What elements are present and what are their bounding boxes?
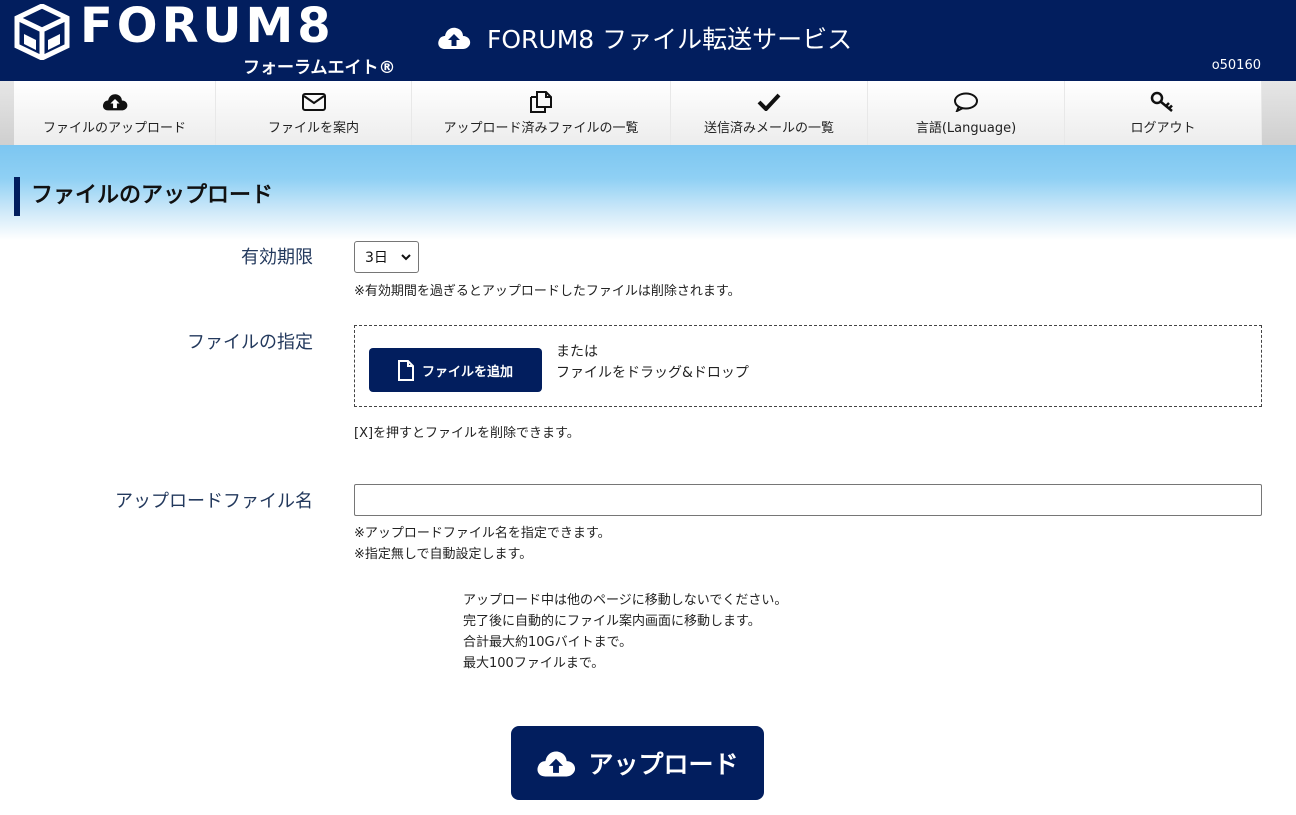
upload-button-label: アップロード — [588, 750, 739, 779]
nav-label-uploaded-list: アップロード済みファイルの一覧 — [443, 120, 639, 136]
logo-subtitle: フォーラムエイト® — [243, 58, 396, 78]
expiry-selected-value: 3日 — [365, 250, 388, 266]
file-icon — [397, 359, 414, 381]
upload-name-notes: ※アップロードファイル名を指定できます。 ※指定無しで自動設定します。 — [354, 523, 611, 565]
upload-info-line-3: 合計最大約10Gバイトまで。 — [463, 635, 633, 650]
nav-padding-left — [0, 81, 14, 145]
service-title: FORUM8 ファイル転送サービス — [487, 25, 853, 54]
forum8-logo[interactable]: FORUM8 フォーラムエイト® — [14, 0, 416, 78]
copy-files-icon — [529, 90, 553, 113]
chevron-down-icon — [401, 254, 411, 261]
file-label: ファイルの指定 — [187, 332, 313, 353]
key-icon — [1150, 91, 1176, 113]
logo-wordmark: FORUM8 — [80, 0, 335, 54]
cloud-upload-icon — [438, 27, 471, 49]
upload-name-note-1: ※アップロードファイル名を指定できます。 — [354, 526, 611, 541]
nav-label-upload: ファイルのアップロード — [42, 120, 186, 136]
nav-padding-right — [1262, 81, 1296, 145]
add-file-label: ファイルを追加 — [421, 364, 513, 380]
expiry-select[interactable]: 3日 — [354, 241, 419, 273]
service-title-group: FORUM8 ファイル転送サービス — [437, 20, 852, 56]
cloud-upload-icon — [102, 91, 128, 113]
expiry-note: ※有効期間を過ぎるとアップロードしたファイルは削除されます。 — [354, 284, 741, 299]
user-id: o50160 — [1211, 58, 1261, 73]
upload-info-line-4: 最大100ファイルまで。 — [463, 656, 605, 671]
upload-info-line-1: アップロード中は他のページに移動しないでください。 — [463, 593, 788, 608]
expiry-label: 有効期限 — [241, 247, 313, 268]
file-note: [X]を押すとファイルを削除できます。 — [354, 426, 580, 441]
logo-cube-icon — [14, 4, 70, 60]
or-text: または — [556, 344, 598, 360]
app-header: FORUM8 フォーラムエイト® FORUM8 ファイル転送サービス o5016… — [0, 0, 1296, 81]
nav-label-language: 言語(Language) — [915, 120, 1017, 136]
nav-item-notify[interactable]: ファイルを案内 — [216, 81, 412, 145]
cloud-upload-icon — [537, 751, 576, 776]
upload-info-line-2: 完了後に自動的にファイル案内画面に移動します。 — [463, 614, 761, 629]
nav-item-logout[interactable]: ログアウト — [1065, 81, 1262, 145]
dropzone-text: または ファイルをドラッグ&ドロップ — [556, 342, 749, 384]
upload-name-label: アップロードファイル名 — [115, 491, 313, 512]
page-title: ファイルのアップロード — [14, 177, 273, 216]
nav-item-sent-mail[interactable]: 送信済みメールの一覧 — [671, 81, 868, 145]
file-dropzone[interactable]: ファイルを追加 または ファイルをドラッグ&ドロップ — [354, 325, 1262, 407]
envelope-icon — [301, 91, 326, 113]
upload-name-note-2: ※指定無しで自動設定します。 — [354, 547, 533, 562]
check-icon — [757, 91, 781, 113]
drag-drop-text: ファイルをドラッグ&ドロップ — [556, 365, 749, 381]
nav-item-uploaded-list[interactable]: アップロード済みファイルの一覧 — [412, 81, 671, 145]
nav-label-notify: ファイルを案内 — [267, 120, 359, 136]
main-nav: ファイルのアップロード ファイルを案内 アップロード済みファイルの一覧 送信済み… — [0, 81, 1296, 145]
nav-label-logout: ログアウト — [1130, 120, 1196, 136]
nav-label-sent-mail: 送信済みメールの一覧 — [703, 120, 834, 136]
add-file-button[interactable]: ファイルを追加 — [369, 348, 542, 392]
upload-info: アップロード中は他のページに移動しないでください。 完了後に自動的にファイル案内… — [463, 590, 787, 674]
upload-name-input[interactable] — [354, 484, 1262, 516]
nav-item-language[interactable]: 言語(Language) — [868, 81, 1065, 145]
upload-button[interactable]: アップロード — [511, 726, 764, 800]
speech-bubble-icon — [953, 91, 979, 113]
nav-item-upload[interactable]: ファイルのアップロード — [14, 81, 216, 145]
